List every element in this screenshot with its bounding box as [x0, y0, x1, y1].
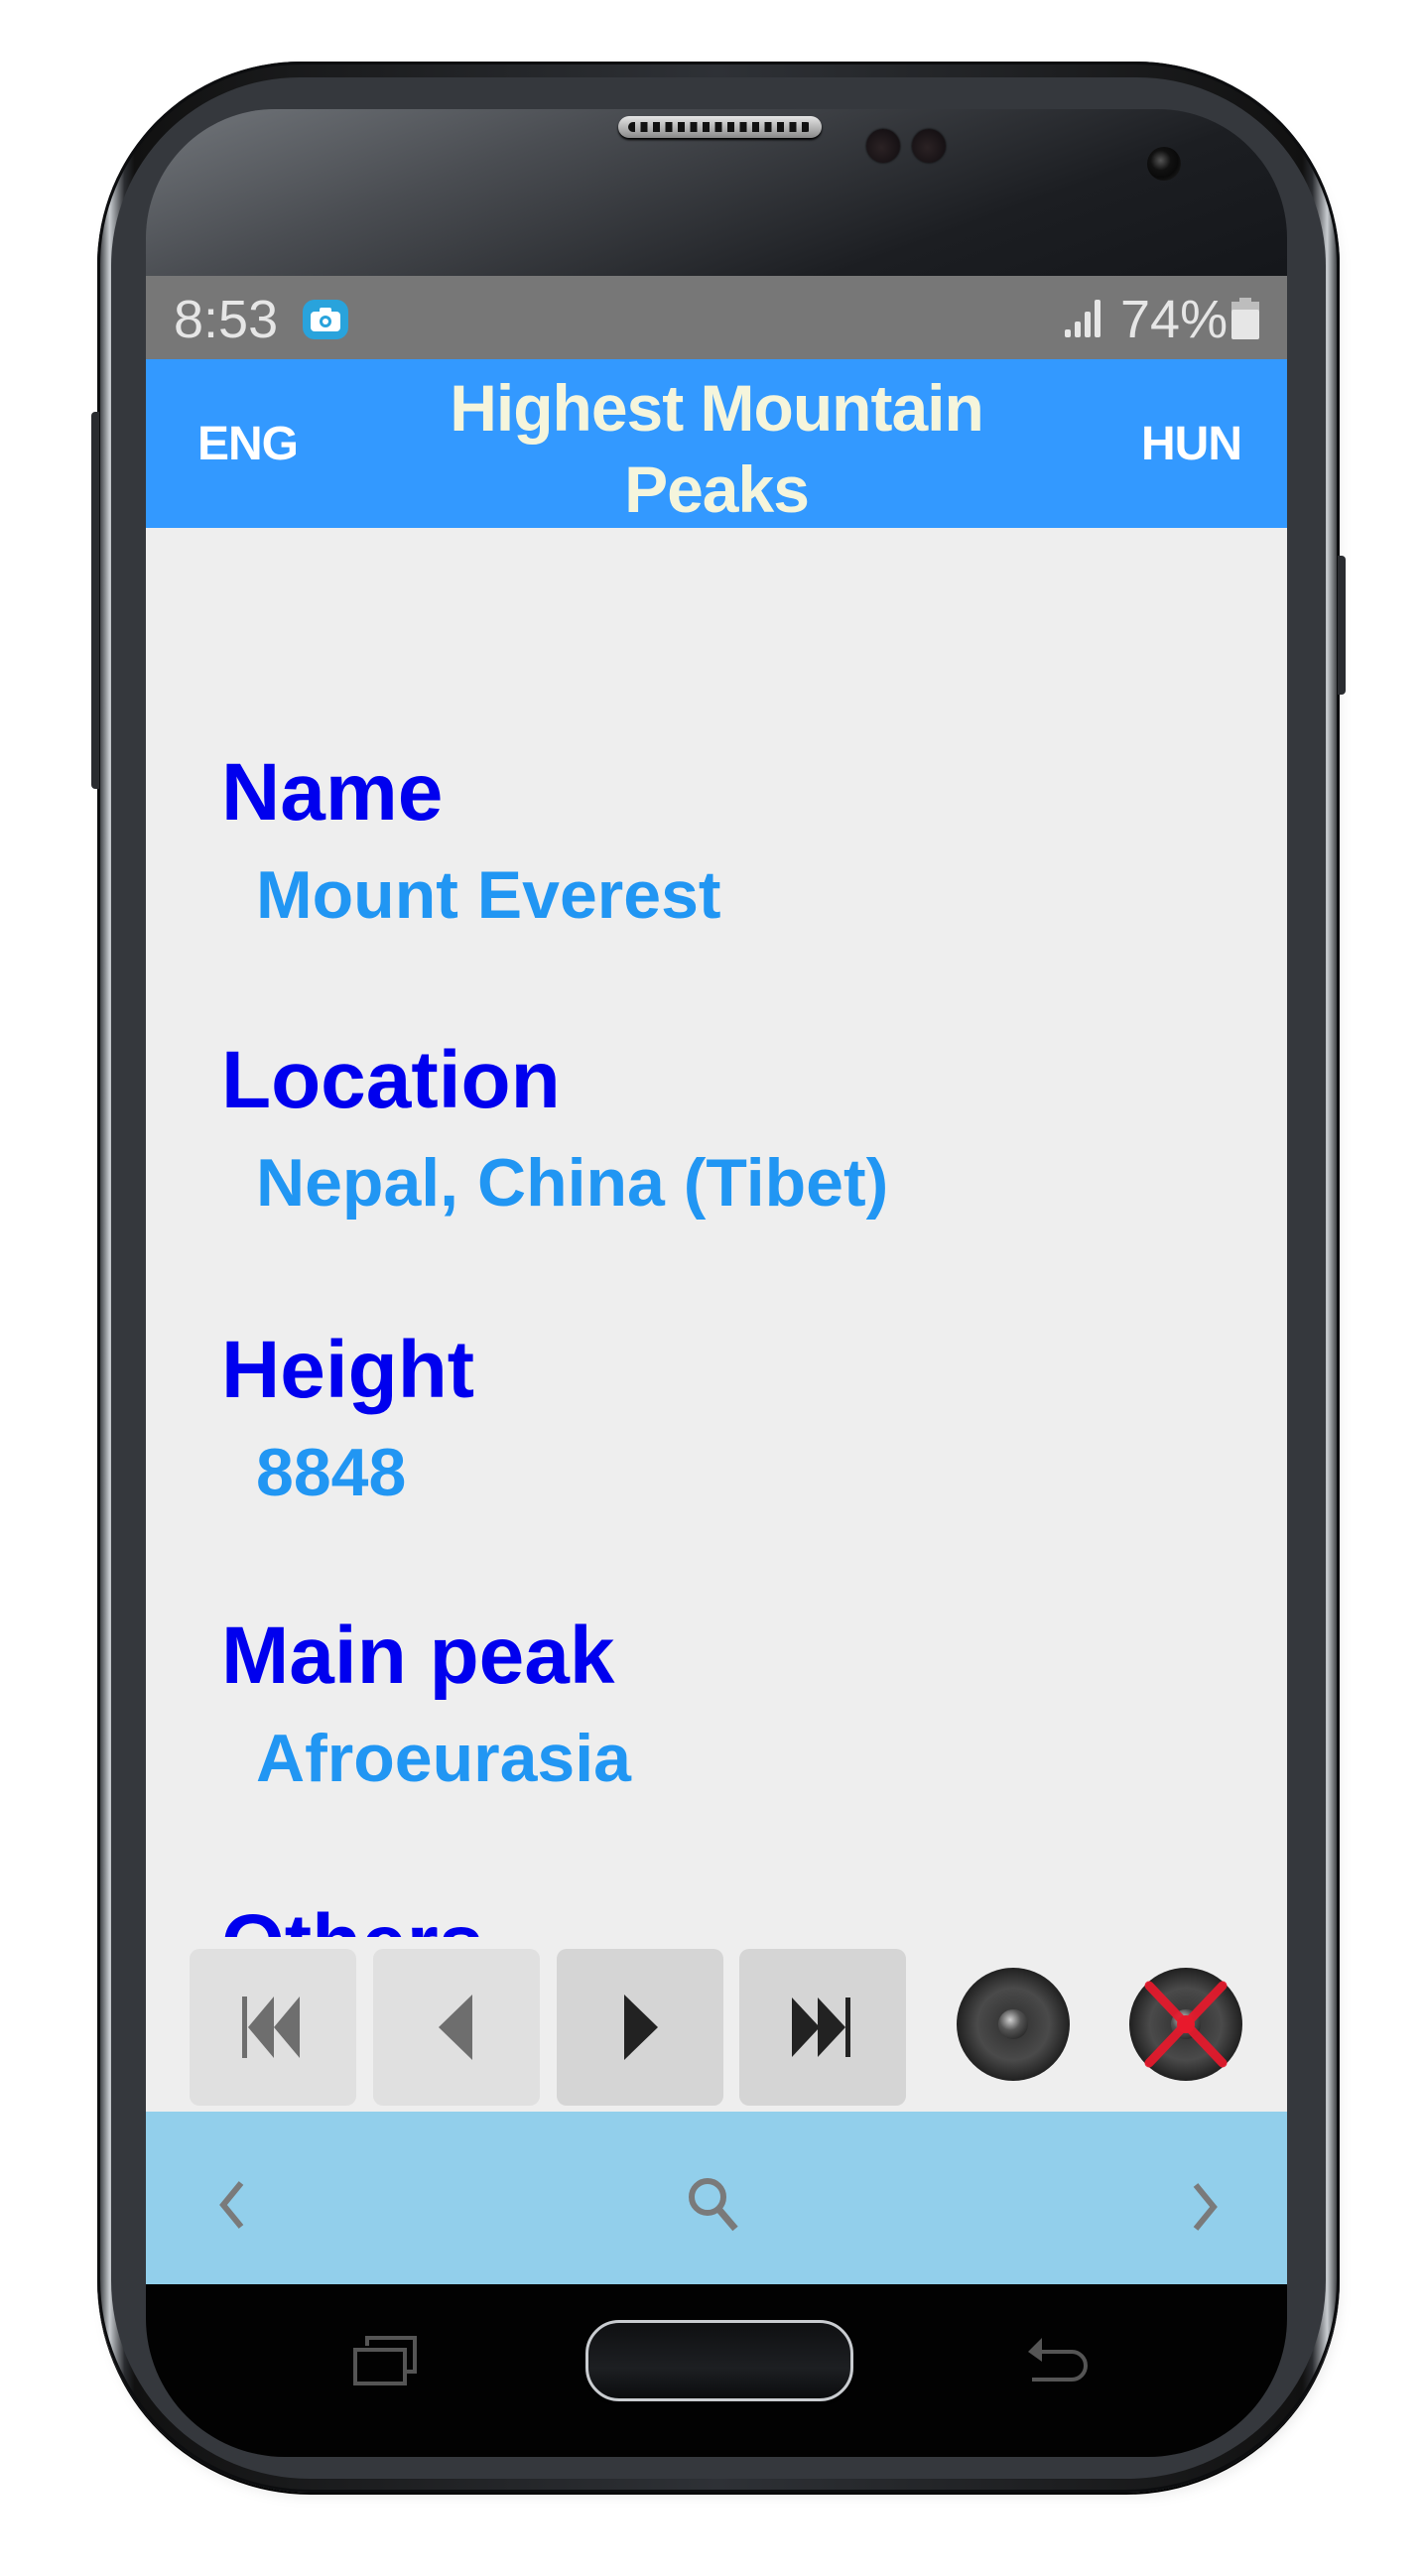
- phone-screen: 8:53 74% ENG Highest Mountain Peaks HUN …: [146, 276, 1287, 2284]
- skip-to-last-icon: [792, 1997, 850, 2057]
- media-control-bar: [146, 1938, 1287, 2112]
- language-hun-button[interactable]: HUN: [1141, 417, 1242, 472]
- search-button[interactable]: [674, 2163, 753, 2243]
- last-item-button[interactable]: [739, 1949, 906, 2106]
- first-item-button[interactable]: [190, 1949, 356, 2106]
- chevron-right-icon: [1193, 2183, 1218, 2231]
- field-label: Others: [221, 1899, 483, 1938]
- volume-side-button: [91, 412, 99, 789]
- search-icon: [689, 2178, 738, 2232]
- field-value: 8848: [256, 1435, 407, 1510]
- power-side-button: [1338, 556, 1346, 695]
- sound-off-button[interactable]: [1129, 1968, 1242, 2081]
- front-camera: [1147, 147, 1181, 181]
- status-time: 8:53: [174, 290, 279, 349]
- language-eng-button[interactable]: ENG: [197, 417, 299, 472]
- field-label: Main peak: [221, 1610, 615, 1701]
- recent-apps-icon: [353, 2336, 417, 2385]
- app-title: Highest Mountain Peaks: [450, 371, 984, 526]
- proximity-sensor: [866, 129, 900, 163]
- play-next-icon: [624, 1995, 658, 2060]
- app-bar: ENG Highest Mountain Peaks HUN: [146, 359, 1287, 528]
- skip-to-first-icon: [242, 1996, 300, 2058]
- previous-icon: [439, 1995, 472, 2060]
- field-value: Nepal, China (Tibet): [256, 1145, 889, 1221]
- field-label: Height: [221, 1325, 475, 1415]
- previous-page-button[interactable]: [190, 2163, 269, 2243]
- next-item-button[interactable]: [557, 1949, 723, 2106]
- back-hardware-button[interactable]: [1020, 2330, 1092, 2389]
- field-value: Afroeurasia: [256, 1721, 631, 1796]
- recent-apps-hardware-button[interactable]: [349, 2332, 421, 2391]
- battery-percent: 74%: [1120, 290, 1229, 349]
- sound-on-button[interactable]: [957, 1968, 1070, 2081]
- back-arrow-icon: [1028, 2338, 1088, 2382]
- field-label: Location: [221, 1035, 561, 1125]
- detail-content[interactable]: Name Mount Everest Location Nepal, China…: [146, 528, 1287, 1938]
- earpiece-speaker-grille: [618, 116, 822, 138]
- next-page-button[interactable]: [1166, 2163, 1245, 2243]
- status-bar: 8:53 74%: [146, 276, 1287, 359]
- light-sensor: [912, 129, 946, 163]
- speaker-icon: [998, 2009, 1028, 2039]
- home-hardware-button[interactable]: [585, 2320, 853, 2401]
- field-value: Mount Everest: [256, 857, 721, 933]
- screenshot-camera-icon: [303, 300, 348, 339]
- battery-icon: [1231, 298, 1259, 339]
- chevron-left-icon: [219, 2181, 244, 2229]
- field-label: Name: [221, 747, 444, 837]
- previous-item-button[interactable]: [373, 1949, 540, 2106]
- bottom-nav-bar: [146, 2112, 1287, 2284]
- speaker-muted-icon: [1144, 1981, 1228, 2068]
- signal-bars-icon: [1063, 298, 1104, 344]
